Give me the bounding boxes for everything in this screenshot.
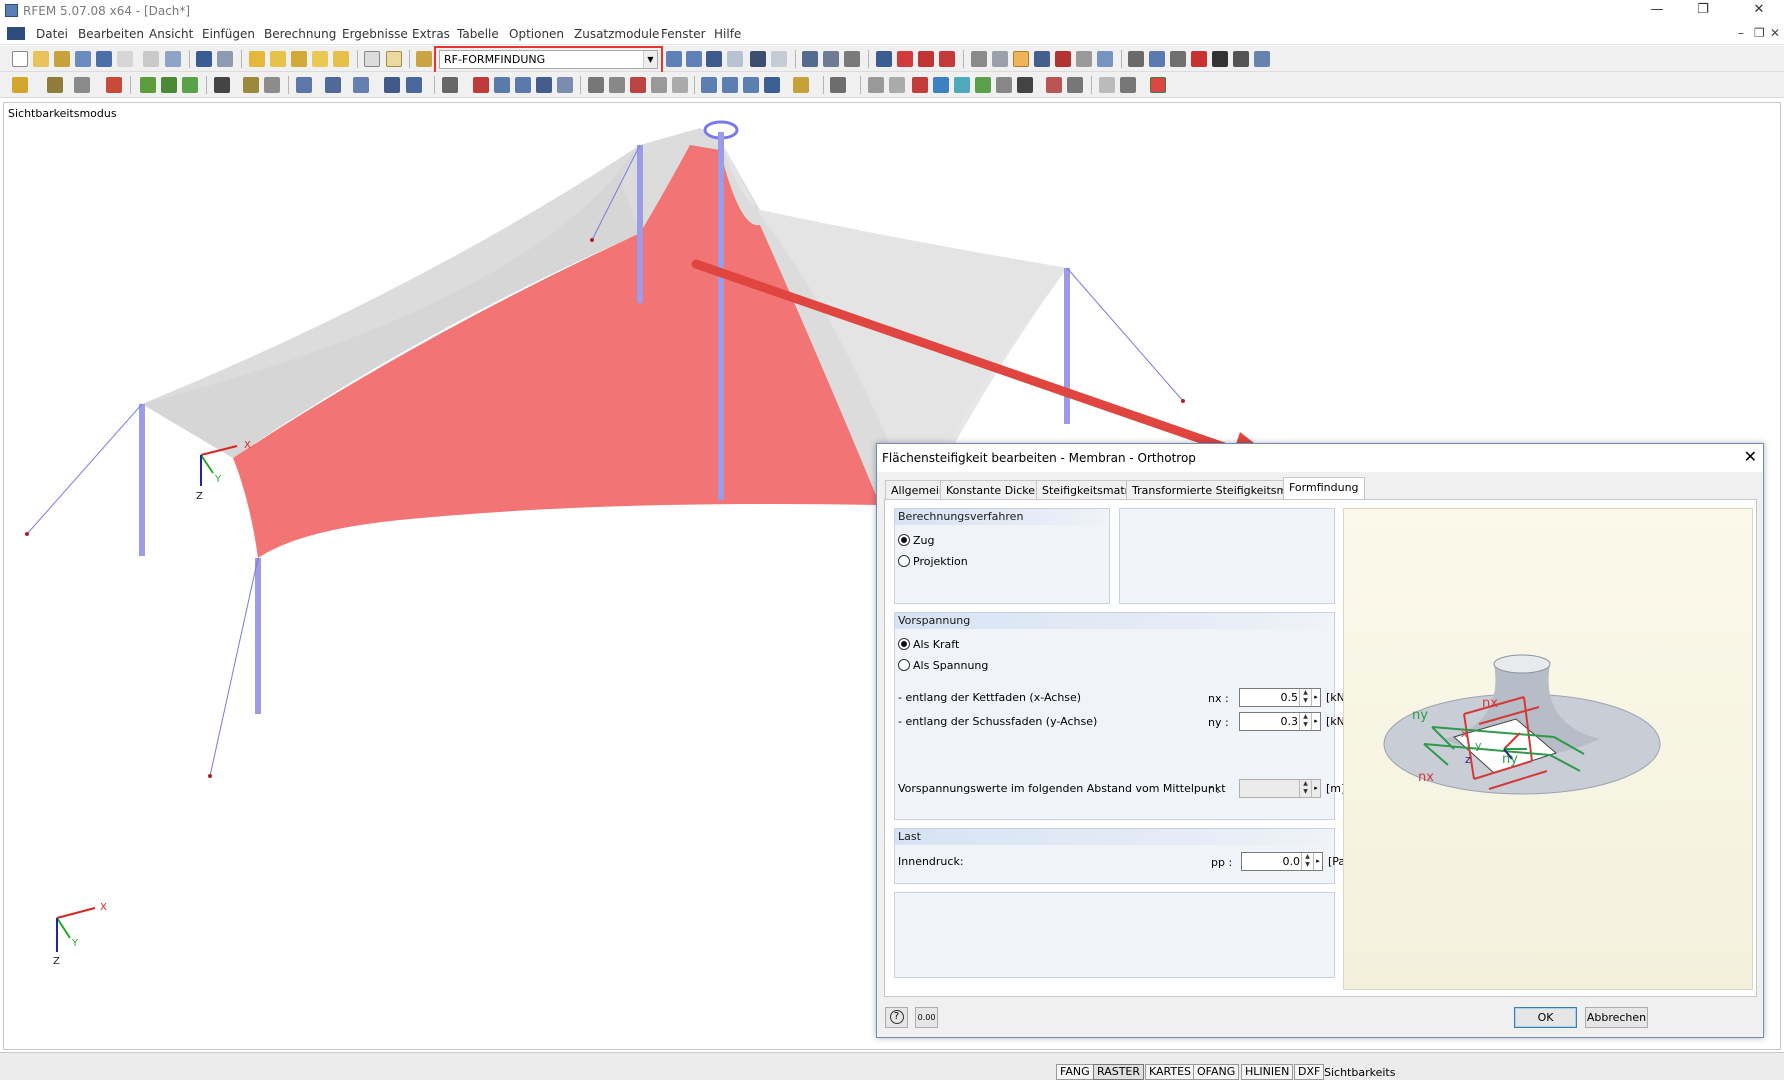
membrane-funnel-illustration: nx nx ny ny x y z	[1383, 654, 1661, 795]
nx-bottom-label: nx	[1418, 770, 1434, 785]
ny-spin-buttons[interactable]: ▲ ▼	[1299, 713, 1311, 730]
status-bar: FANG RASTER KARTES OFANG HLINIEN DXF Sic…	[0, 1052, 1784, 1080]
empty-group-panel	[1119, 508, 1335, 604]
group-berechnungsverfahren: Berechnungsverfahren Zug Projektion	[894, 508, 1110, 604]
cancel-button[interactable]: Abbrechen	[1585, 1007, 1648, 1028]
radio-als-spannung-label: Als Spannung	[913, 659, 989, 672]
abstand-label: Vorspannungswerte im folgenden Abstand v…	[898, 782, 1226, 795]
cable-front	[209, 557, 259, 777]
formfindung-tab-page: Berechnungsverfahren Zug Projektion Vors…	[884, 499, 1757, 997]
units-icon: 0.00	[917, 1013, 936, 1022]
nx-input[interactable]: 0.5 ▲ ▼ ▸	[1239, 688, 1321, 707]
r-spin-buttons[interactable]: ▲ ▼	[1299, 780, 1311, 797]
local-z-label: Z	[196, 491, 203, 502]
ny-left-label: ny	[1412, 708, 1428, 723]
radio-als-kraft[interactable]: Als Kraft	[898, 638, 959, 651]
tab-formfindung[interactable]: Formfindung	[1283, 477, 1365, 500]
ny-right-label: ny	[1502, 752, 1518, 767]
innendruck-spin-buttons[interactable]: ▲ ▼	[1301, 853, 1313, 870]
anchor-node	[25, 532, 29, 536]
tab-konstante-dicke[interactable]: Konstante Dicke	[940, 480, 1042, 500]
global-x-axis	[56, 907, 96, 919]
local-x-label: X	[244, 440, 251, 451]
column-front	[255, 558, 261, 714]
global-x-label: X	[100, 902, 107, 913]
global-z-label: Z	[53, 956, 60, 967]
surface-stiffness-dialog: Flächensteifigkeit bearbeiten - Membran …	[876, 443, 1764, 1038]
status-kartes[interactable]: KARTES	[1145, 1064, 1196, 1080]
group-vorspannung: Vorspannung Als Kraft Als Spannung - ent…	[894, 612, 1364, 820]
ny-input[interactable]: 0.3 ▲ ▼ ▸	[1239, 712, 1321, 731]
local-y-axis	[200, 454, 214, 474]
element-y-label: y	[1475, 739, 1482, 752]
global-y-label: Y	[71, 938, 79, 949]
global-y-axis	[56, 917, 71, 939]
innendruck-arrow-icon[interactable]: ▸	[1313, 853, 1322, 870]
column-right	[1064, 268, 1070, 424]
status-fang[interactable]: FANG	[1056, 1064, 1094, 1080]
column-left	[139, 404, 145, 556]
radio-als-spannung[interactable]: Als Spannung	[898, 659, 988, 672]
anchor-node	[1181, 399, 1185, 403]
local-y-label: Y	[214, 474, 222, 485]
dialog-title: Flächensteifigkeit bearbeiten - Membran …	[882, 451, 1196, 465]
group-berechnungsverfahren-header: Berechnungsverfahren	[895, 509, 1109, 525]
funnel-top-opening	[1493, 654, 1551, 674]
kettfaden-label: - entlang der Kettfaden (x-Achse)	[898, 691, 1082, 704]
anchor-node	[208, 774, 212, 778]
cable-left	[26, 403, 143, 535]
ok-button[interactable]: OK	[1514, 1007, 1577, 1028]
radio-zug-label: Zug	[913, 534, 935, 547]
nx-arrow-icon[interactable]: ▸	[1311, 689, 1320, 706]
radio-als-kraft-label: Als Kraft	[913, 638, 960, 651]
innendruck-label: Innendruck:	[898, 855, 964, 868]
status-ofang[interactable]: OFANG	[1193, 1064, 1240, 1080]
column-center	[718, 132, 724, 500]
group-vorspannung-header: Vorspannung	[895, 613, 1334, 629]
comment-panel	[894, 892, 1335, 978]
innendruck-value: 0.0	[1282, 855, 1301, 868]
r-symbol: r :	[1208, 783, 1220, 796]
cable-right	[1066, 267, 1184, 402]
radio-zug-indicator[interactable]	[898, 534, 910, 546]
pp-symbol: pp :	[1211, 856, 1233, 869]
group-last: Last Innendruck: pp : 0.0 ▲ ▼ ▸ [Pa]	[894, 828, 1349, 884]
schussfaden-label: - entlang der Schussfaden (y-Achse)	[898, 715, 1098, 728]
radio-projektion-indicator[interactable]	[898, 555, 910, 567]
nx-spin-buttons[interactable]: ▲ ▼	[1299, 689, 1311, 706]
element-z-label: z	[1465, 753, 1471, 766]
help-icon: ?	[889, 1010, 904, 1024]
status-dxf[interactable]: DXF	[1294, 1064, 1325, 1080]
radio-projektion-label: Projektion	[913, 555, 968, 568]
dialog-title-bar: Flächensteifigkeit bearbeiten - Membran …	[877, 444, 1763, 472]
radio-projektion[interactable]: Projektion	[898, 555, 968, 568]
radio-als-spannung-indicator[interactable]	[898, 659, 910, 671]
radio-zug[interactable]: Zug	[898, 534, 935, 547]
nx-top-label: nx	[1482, 696, 1498, 711]
ny-symbol: ny :	[1208, 716, 1229, 729]
r-arrow-icon[interactable]: ▸	[1311, 780, 1320, 797]
r-input[interactable]: ▲ ▼ ▸	[1239, 779, 1321, 798]
status-visibility-text: Sichtbarkeits	[1324, 1066, 1396, 1079]
element-x-label: x	[1461, 727, 1468, 740]
column-back	[637, 145, 643, 303]
group-last-header: Last	[895, 829, 1334, 845]
units-button[interactable]: 0.00	[915, 1007, 938, 1028]
ny-value: 0.3	[1280, 715, 1299, 728]
innendruck-input[interactable]: 0.0 ▲ ▼ ▸	[1241, 852, 1323, 871]
anchor-node	[590, 238, 594, 242]
dialog-close-icon[interactable]: ✕	[1744, 447, 1757, 466]
status-raster[interactable]: RASTER	[1093, 1064, 1145, 1080]
help-button[interactable]: ?	[885, 1007, 908, 1028]
formfinding-preview-image: nx nx ny ny x y z	[1343, 508, 1753, 990]
radio-als-kraft-indicator[interactable]	[898, 638, 910, 650]
ny-arrow-icon[interactable]: ▸	[1311, 713, 1320, 730]
nx-value: 0.5	[1280, 691, 1299, 704]
status-hlinien[interactable]: HLINIEN	[1241, 1064, 1294, 1080]
nx-symbol: nx :	[1208, 692, 1229, 705]
